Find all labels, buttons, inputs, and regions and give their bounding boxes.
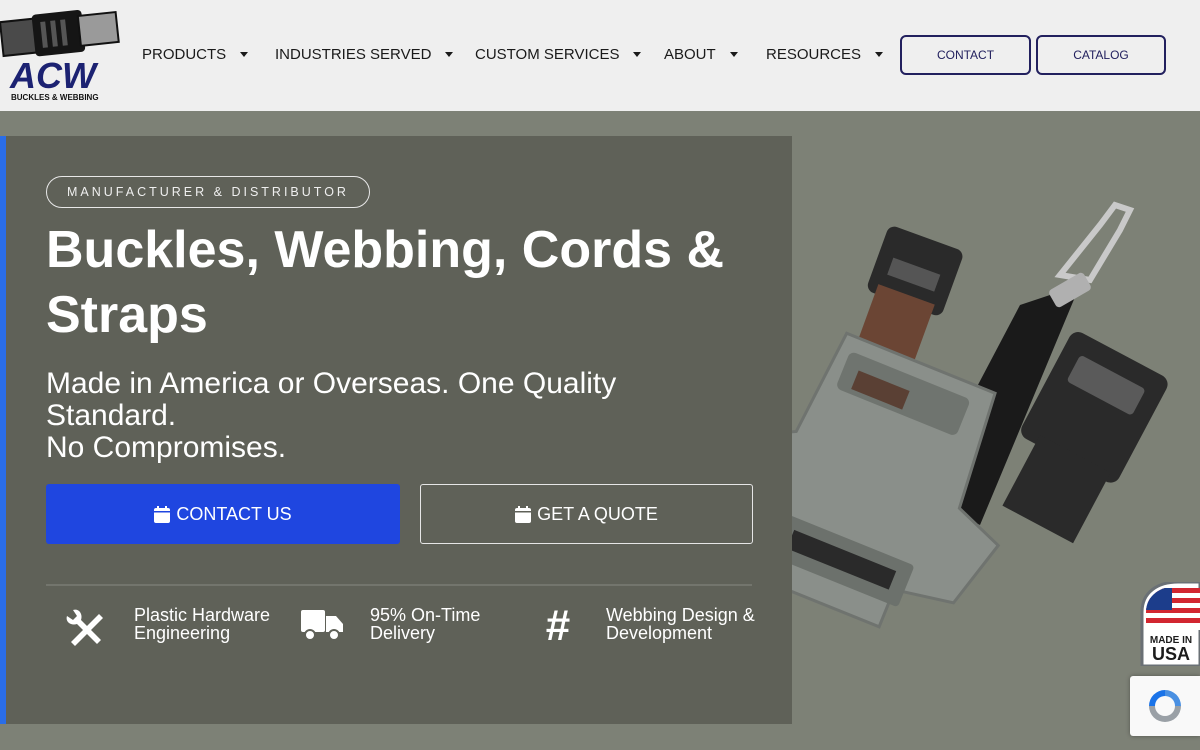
nav-item-products[interactable]: PRODUCTS (142, 46, 249, 63)
hero-panel: MANUFACTURER & DISTRIBUTOR Buckles, Webb… (0, 136, 792, 724)
nav-item-industries-served[interactable]: INDUSTRIES SERVED (275, 46, 454, 63)
truck-icon (298, 606, 346, 654)
chevron-down-icon (729, 52, 738, 57)
nav-item-about[interactable]: ABOUT (664, 46, 738, 63)
svg-text:USA: USA (1152, 644, 1190, 664)
contact-button[interactable]: CONTACT (900, 35, 1031, 75)
feature-engineering: Plastic Hardware Engineering (62, 606, 314, 654)
hero-subtitle-line1: Made in America or Overseas. One Quality… (46, 367, 617, 432)
hashtag-icon: # (545, 601, 571, 650)
svg-text:ACW: ACW (9, 55, 99, 96)
chevron-down-icon (445, 52, 454, 57)
chevron-down-icon (875, 52, 884, 57)
calendar-icon (515, 505, 532, 523)
nav-label: ABOUT (664, 46, 716, 63)
feature-label: 95% On-Time Delivery (370, 605, 481, 643)
nav-item-resources[interactable]: RESOURCES (766, 46, 884, 63)
nav-label: RESOURCES (766, 46, 862, 63)
chevron-down-icon (240, 52, 249, 57)
hero-badge: MANUFACTURER & DISTRIBUTOR (46, 176, 370, 208)
feature-label: Webbing Design & Development (606, 605, 755, 643)
hero-title: Buckles, Webbing, Cords & Straps (46, 221, 725, 344)
feature-webbing-design: # Webbing Design & Development (534, 601, 786, 654)
calendar-icon (154, 505, 171, 523)
features-divider (46, 584, 752, 586)
feature-label: Plastic Hardware Engineering (134, 605, 271, 643)
made-in-usa-badge: MADE IN USA (1140, 582, 1200, 666)
nav-label: INDUSTRIES SERVED (275, 46, 432, 63)
chevron-down-icon (633, 52, 642, 57)
site-header: ACW BUCKLES & WEBBING PRODUCTS INDUSTRIE… (0, 0, 1200, 111)
feature-delivery: 95% On-Time Delivery (298, 606, 550, 654)
hero-subtitle: Made in America or Overseas. One Quality… (46, 368, 726, 464)
nav-item-custom-services[interactable]: CUSTOM SERVICES (475, 46, 642, 63)
recaptcha-icon (1149, 690, 1181, 722)
tools-icon (62, 606, 110, 654)
svg-text:BUCKLES & WEBBING: BUCKLES & WEBBING (11, 93, 99, 102)
hero-subtitle-line2: No Compromises. (46, 431, 287, 464)
catalog-button[interactable]: CATALOG (1036, 35, 1166, 75)
get-a-quote-label: GET A QUOTE (537, 503, 658, 524)
acw-logo[interactable]: ACW BUCKLES & WEBBING (0, 8, 122, 104)
contact-us-button[interactable]: CONTACT US (46, 484, 400, 544)
contact-us-label: CONTACT US (176, 503, 292, 524)
nav-label: CUSTOM SERVICES (475, 46, 620, 63)
get-a-quote-button[interactable]: GET A QUOTE (420, 484, 753, 544)
recaptcha-badge[interactable] (1130, 676, 1200, 736)
nav-label: PRODUCTS (142, 46, 227, 63)
